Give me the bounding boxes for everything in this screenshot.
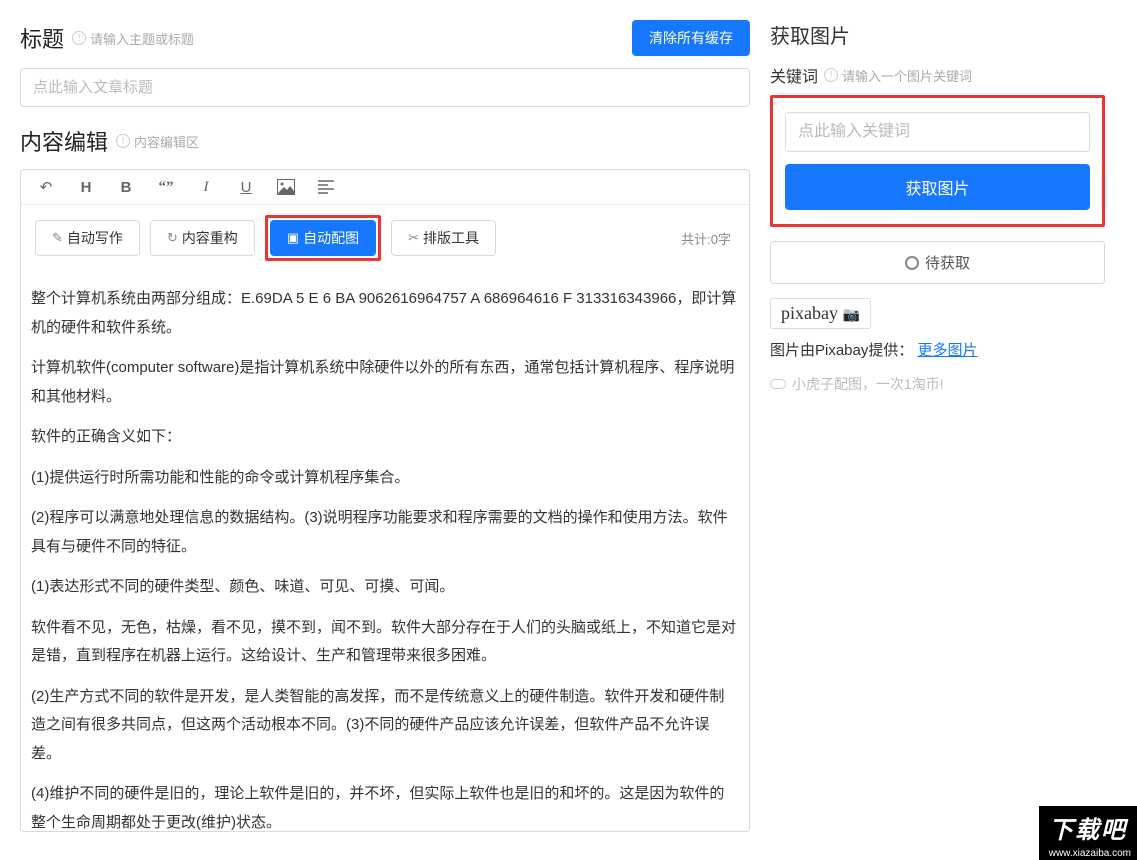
restructure-label: 内容重构 [182, 228, 238, 248]
paragraph: 整个计算机系统由两部分组成：E.69DA 5 E 6 BA 9062616964… [31, 285, 739, 342]
pixabay-text: pixabay [781, 303, 838, 323]
heading-icon[interactable]: H [75, 179, 97, 196]
refresh-icon: ↻ [167, 230, 178, 246]
watermark-top: 下载吧 [1039, 806, 1137, 847]
footer-note-text: 小虎子配图，一次1淘币! [792, 374, 944, 394]
circle-icon [905, 256, 919, 270]
keyword-hint: ! 请输入一个图片关键词 [824, 66, 972, 85]
info-icon: ! [824, 68, 838, 82]
paragraph: (2)生产方式不同的软件是开发，是人类智能的高发挥，而不是传统意义上的硬件制造。… [31, 683, 739, 769]
content-header: 内容编辑 ! 内容编辑区 [20, 125, 750, 157]
undo-icon[interactable]: ↶ [35, 178, 57, 196]
pixabay-badge: pixabay 📷 [770, 298, 871, 329]
bold-icon[interactable]: B [115, 179, 137, 196]
auto-write-label: 自动写作 [67, 228, 123, 248]
layout-icon: ✂ [408, 230, 419, 246]
paragraph: 计算机软件(computer software)是指计算机系统中除硬件以外的所有… [31, 354, 739, 411]
watermark-bot: www.xiazaiba.com [1039, 847, 1137, 860]
fetch-image-title: 获取图片 [770, 20, 1105, 49]
keyword-box-highlight: 获取图片 [770, 95, 1105, 227]
paragraph: (1)提供运行时所需功能和性能的命令或计算机程序集合。 [31, 464, 739, 493]
keyword-input[interactable] [785, 112, 1090, 152]
editor-body[interactable]: 整个计算机系统由两部分组成：E.69DA 5 E 6 BA 9062616964… [21, 271, 749, 831]
title-label: 标题 [20, 22, 64, 54]
title-hint-text: 请输入主题或标题 [90, 29, 194, 48]
info-icon: ! [116, 134, 130, 148]
provided-by-row: 图片由Pixabay提供： 更多图片 [770, 339, 1105, 360]
more-images-link[interactable]: 更多图片 [918, 342, 978, 359]
fetch-image-button[interactable]: 获取图片 [785, 164, 1090, 210]
content-hint-text: 内容编辑区 [134, 132, 199, 151]
paragraph: (1)表达形式不同的硬件类型、颜色、味道、可见、可摸、可闻。 [31, 573, 739, 602]
clear-cache-button[interactable]: 清除所有缓存 [632, 20, 750, 56]
action-toolbar: ✎ 自动写作 ↻ 内容重构 ▣ 自动配图 ✂ 排版工具 [21, 205, 749, 271]
provided-by-text: 图片由Pixabay提供： [770, 342, 913, 359]
italic-icon[interactable]: I [195, 179, 217, 196]
image-icon[interactable] [275, 179, 297, 195]
align-icon[interactable] [315, 180, 337, 194]
watermark: 下载吧 www.xiazaiba.com [1039, 806, 1137, 860]
paragraph: (2)程序可以满意地处理信息的数据结构。(3)说明程序功能要求和程序需要的文档的… [31, 504, 739, 561]
keyword-label-row: 关键词 ! 请输入一个图片关键词 [770, 63, 1105, 87]
layout-tool-button[interactable]: ✂ 排版工具 [391, 220, 496, 256]
paragraph: 软件看不见，无色，枯燥，看不见，摸不到，闻不到。软件大部分存在于人们的头脑或纸上… [31, 614, 739, 671]
content-hint: ! 内容编辑区 [116, 132, 199, 151]
quote-icon[interactable]: “” [155, 179, 177, 196]
article-title-input[interactable] [20, 68, 750, 107]
camera-icon: 📷 [842, 308, 859, 323]
image-small-icon: ▣ [287, 230, 299, 246]
editor-wrap: ↶ H B “” I U ✎ 自动写作 ↻ [20, 169, 750, 832]
pending-label: 待获取 [925, 252, 970, 273]
auto-write-button[interactable]: ✎ 自动写作 [35, 220, 140, 256]
layout-tool-label: 排版工具 [423, 228, 479, 248]
keyword-hint-text: 请输入一个图片关键词 [842, 66, 972, 85]
content-section-title: 内容编辑 [20, 125, 108, 157]
auto-image-label: 自动配图 [303, 228, 359, 248]
cloud-icon [770, 379, 786, 389]
underline-icon[interactable]: U [235, 179, 257, 196]
footer-note: 小虎子配图，一次1淘币! [770, 374, 1105, 394]
char-count: 共计:0字 [681, 229, 731, 248]
format-toolbar: ↶ H B “” I U [21, 170, 749, 205]
pencil-icon: ✎ [52, 230, 63, 246]
keyword-label: 关键词 [770, 63, 818, 87]
auto-image-button[interactable]: ▣ 自动配图 [270, 220, 376, 256]
info-icon: ! [72, 31, 86, 45]
paragraph: (4)维护不同的硬件是旧的，理论上软件是旧的，并不坏，但实际上软件也是旧的和坏的… [31, 780, 739, 831]
restructure-button[interactable]: ↻ 内容重构 [150, 220, 255, 256]
title-header-row: 标题 ! 请输入主题或标题 清除所有缓存 [20, 20, 750, 56]
paragraph: 软件的正确含义如下： [31, 423, 739, 452]
pending-box[interactable]: 待获取 [770, 241, 1105, 284]
title-hint: ! 请输入主题或标题 [72, 29, 194, 48]
highlight-auto-image: ▣ 自动配图 [265, 215, 381, 261]
